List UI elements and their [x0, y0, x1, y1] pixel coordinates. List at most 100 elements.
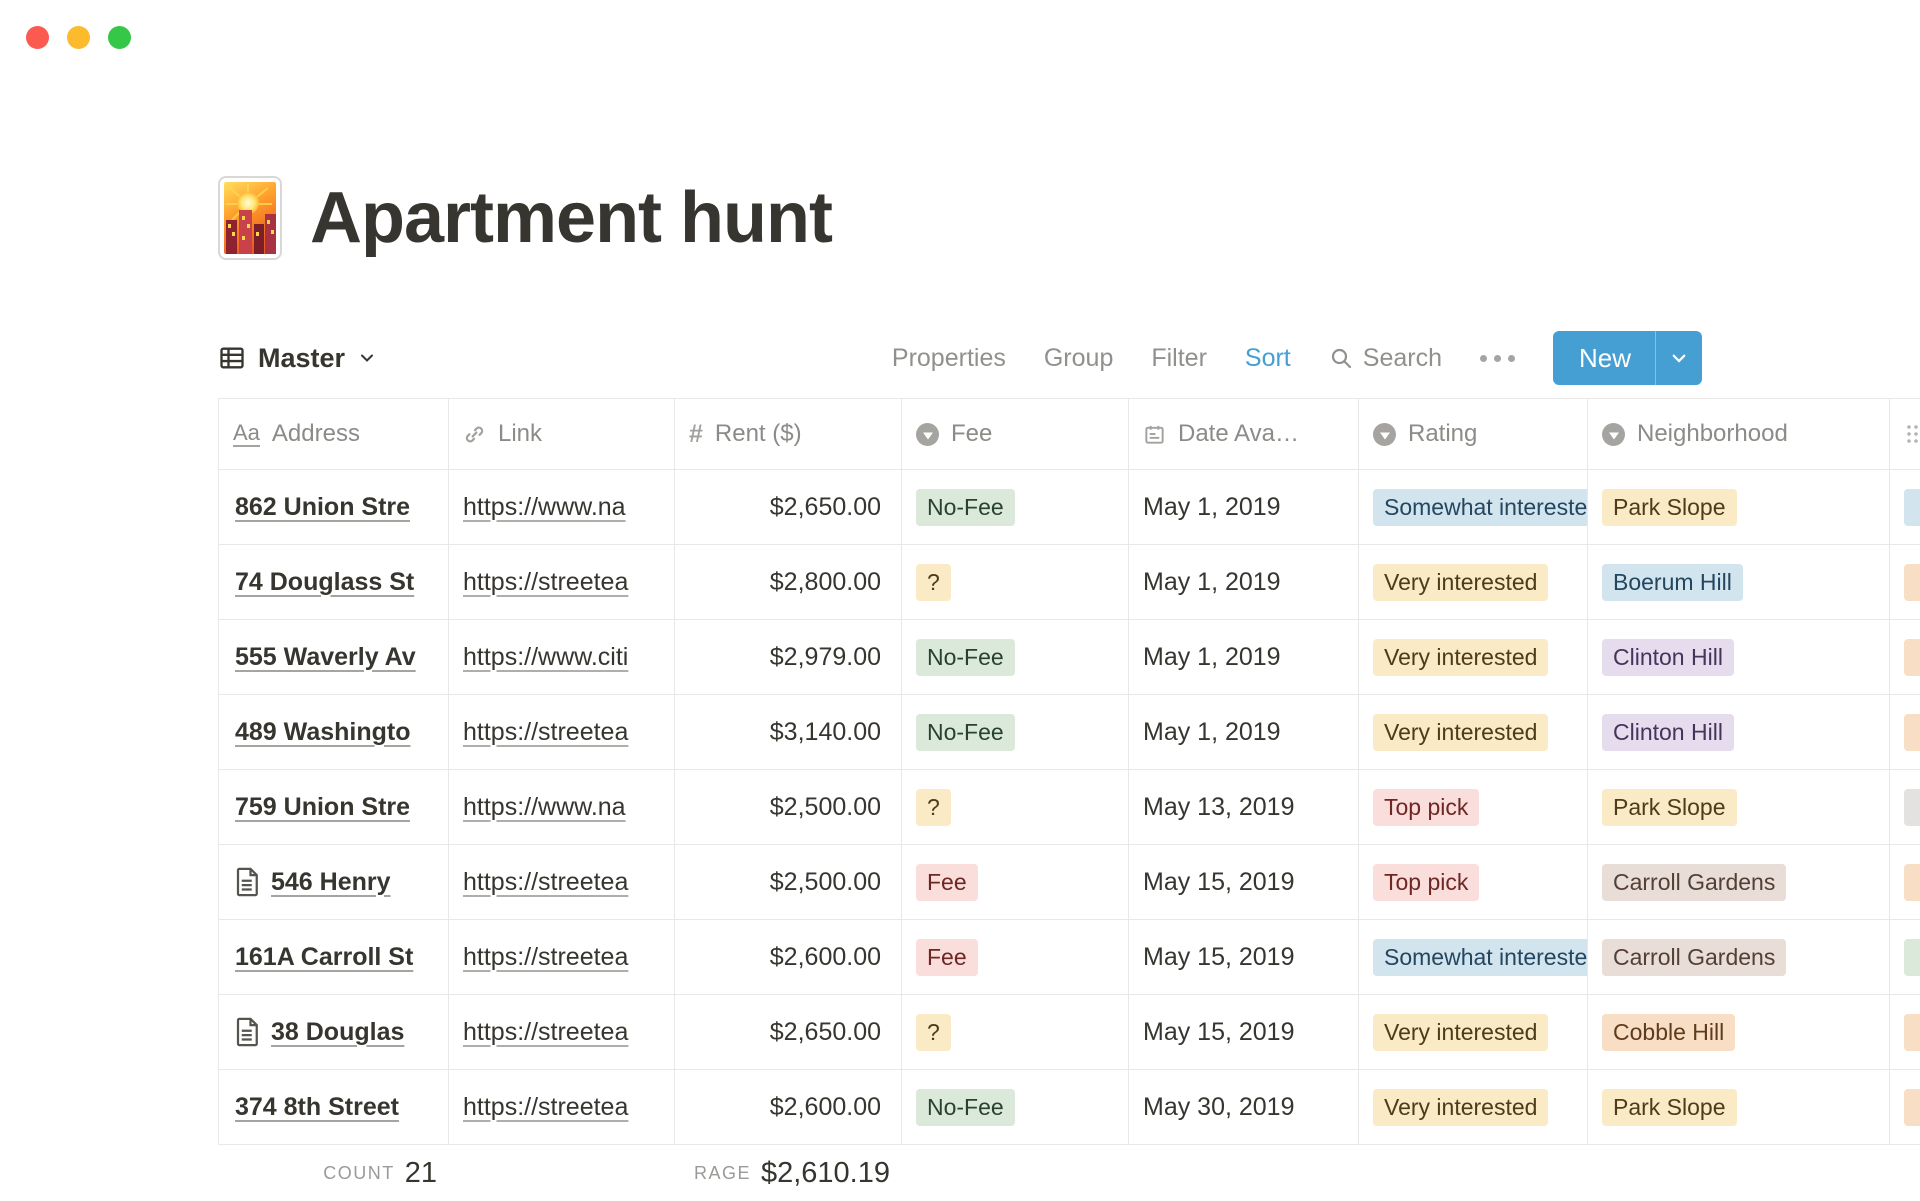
- extra-cell[interactable]: [1890, 770, 1920, 845]
- column-header-fee[interactable]: Fee: [902, 398, 1129, 470]
- column-header-neighborhood[interactable]: Neighborhood: [1588, 398, 1890, 470]
- rent-cell[interactable]: $2,500.00: [675, 770, 902, 845]
- filter-button[interactable]: Filter: [1151, 344, 1207, 373]
- extra-cell[interactable]: [1890, 1070, 1920, 1145]
- date-available-cell[interactable]: May 15, 2019: [1129, 845, 1359, 920]
- address-cell[interactable]: 546 Henry: [218, 845, 449, 920]
- neighborhood-cell[interactable]: Cobble Hill: [1588, 995, 1890, 1070]
- link-cell[interactable]: https://streetea: [449, 995, 675, 1070]
- rent-cell[interactable]: $2,650.00: [675, 995, 902, 1070]
- fee-cell[interactable]: No-Fee: [902, 1070, 1129, 1145]
- rent-cell[interactable]: $2,500.00: [675, 845, 902, 920]
- extra-cell[interactable]: [1890, 470, 1920, 545]
- address-cell[interactable]: 374 8th Street: [218, 1070, 449, 1145]
- column-header-date-available[interactable]: Date Ava…: [1129, 398, 1359, 470]
- rating-cell[interactable]: Very interested: [1359, 995, 1588, 1070]
- view-switcher[interactable]: Master: [218, 343, 377, 374]
- rating-cell[interactable]: Top pick: [1359, 845, 1588, 920]
- address-cell[interactable]: 555 Waverly Av: [218, 620, 449, 695]
- neighborhood-cell[interactable]: Park Slope: [1588, 470, 1890, 545]
- fee-cell[interactable]: No-Fee: [902, 470, 1129, 545]
- address-cell[interactable]: 759 Union Stre: [218, 770, 449, 845]
- extra-cell[interactable]: [1890, 920, 1920, 995]
- link-cell[interactable]: https://streetea: [449, 695, 675, 770]
- address-cell[interactable]: 489 Washingto: [218, 695, 449, 770]
- extra-tag: [1904, 564, 1920, 601]
- link-cell[interactable]: https://www.na: [449, 770, 675, 845]
- column-header-rent[interactable]: # Rent ($): [675, 398, 902, 470]
- fee-cell[interactable]: No-Fee: [902, 620, 1129, 695]
- table-row: 555 Waverly Av https://www.citi $2,979.0…: [218, 620, 1920, 695]
- page-title[interactable]: Apartment hunt: [310, 177, 832, 259]
- extra-cell[interactable]: [1890, 995, 1920, 1070]
- rating-cell[interactable]: Very interested: [1359, 1070, 1588, 1145]
- address-cell[interactable]: 862 Union Stre: [218, 470, 449, 545]
- date-available-cell[interactable]: May 1, 2019: [1129, 470, 1359, 545]
- minimize-window-button[interactable]: [67, 26, 90, 49]
- rating-cell[interactable]: Somewhat interested: [1359, 920, 1588, 995]
- link-cell[interactable]: https://www.citi: [449, 620, 675, 695]
- fee-cell[interactable]: Fee: [902, 845, 1129, 920]
- column-header-extra[interactable]: [1890, 398, 1920, 470]
- sort-button[interactable]: Sort: [1245, 344, 1291, 373]
- link-cell[interactable]: https://streetea: [449, 845, 675, 920]
- fee-cell[interactable]: ?: [902, 770, 1129, 845]
- neighborhood-cell[interactable]: Park Slope: [1588, 1070, 1890, 1145]
- address-cell[interactable]: 38 Douglas: [218, 995, 449, 1070]
- rating-cell[interactable]: Somewhat interested: [1359, 470, 1588, 545]
- close-window-button[interactable]: [26, 26, 49, 49]
- group-button[interactable]: Group: [1044, 344, 1113, 373]
- rent-cell[interactable]: $2,600.00: [675, 1070, 902, 1145]
- more-options-button[interactable]: [1480, 355, 1515, 362]
- column-header-rating[interactable]: Rating: [1359, 398, 1588, 470]
- fee-cell[interactable]: No-Fee: [902, 695, 1129, 770]
- search-button[interactable]: Search: [1329, 344, 1442, 373]
- rent-cell[interactable]: $2,979.00: [675, 620, 902, 695]
- count-aggregate[interactable]: COUNT 21: [218, 1145, 449, 1201]
- link-cell[interactable]: https://streetea: [449, 545, 675, 620]
- column-header-link[interactable]: Link: [449, 398, 675, 470]
- neighborhood-tag: Carroll Gardens: [1602, 864, 1786, 901]
- extra-cell[interactable]: [1890, 695, 1920, 770]
- link-cell[interactable]: https://www.na: [449, 470, 675, 545]
- date-available-cell[interactable]: May 1, 2019: [1129, 695, 1359, 770]
- rent-cell[interactable]: $2,800.00: [675, 545, 902, 620]
- fee-cell[interactable]: Fee: [902, 920, 1129, 995]
- column-header-address[interactable]: Aa Address: [218, 398, 449, 470]
- link-cell[interactable]: https://streetea: [449, 1070, 675, 1145]
- average-aggregate[interactable]: RAGE $2,610.19: [675, 1145, 902, 1201]
- date-available-cell[interactable]: May 1, 2019: [1129, 620, 1359, 695]
- neighborhood-cell[interactable]: Boerum Hill: [1588, 545, 1890, 620]
- neighborhood-cell[interactable]: Carroll Gardens: [1588, 845, 1890, 920]
- properties-button[interactable]: Properties: [892, 344, 1006, 373]
- rent-cell[interactable]: $3,140.00: [675, 695, 902, 770]
- rating-cell[interactable]: Very interested: [1359, 695, 1588, 770]
- neighborhood-cell[interactable]: Carroll Gardens: [1588, 920, 1890, 995]
- neighborhood-cell[interactable]: Clinton Hill: [1588, 620, 1890, 695]
- rent-cell[interactable]: $2,600.00: [675, 920, 902, 995]
- extra-cell[interactable]: [1890, 545, 1920, 620]
- page-emoji-sunset-city-icon[interactable]: [218, 176, 282, 260]
- date-available-cell[interactable]: May 15, 2019: [1129, 920, 1359, 995]
- rent-cell[interactable]: $2,650.00: [675, 470, 902, 545]
- rating-cell[interactable]: Top pick: [1359, 770, 1588, 845]
- extra-cell[interactable]: [1890, 845, 1920, 920]
- zoom-window-button[interactable]: [108, 26, 131, 49]
- new-button-main[interactable]: New: [1553, 331, 1655, 385]
- date-available-cell[interactable]: May 1, 2019: [1129, 545, 1359, 620]
- neighborhood-cell[interactable]: Park Slope: [1588, 770, 1890, 845]
- fee-cell[interactable]: ?: [902, 995, 1129, 1070]
- new-button-dropdown[interactable]: [1655, 331, 1702, 385]
- date-available-cell[interactable]: May 15, 2019: [1129, 995, 1359, 1070]
- date-available-cell[interactable]: May 30, 2019: [1129, 1070, 1359, 1145]
- date-available-cell[interactable]: May 13, 2019: [1129, 770, 1359, 845]
- fee-cell[interactable]: ?: [902, 545, 1129, 620]
- rating-cell[interactable]: Very interested: [1359, 545, 1588, 620]
- extra-cell[interactable]: [1890, 620, 1920, 695]
- link-cell[interactable]: https://streetea: [449, 920, 675, 995]
- address-cell[interactable]: 74 Douglass St: [218, 545, 449, 620]
- address-cell[interactable]: 161A Carroll St: [218, 920, 449, 995]
- rating-cell[interactable]: Very interested: [1359, 620, 1588, 695]
- neighborhood-cell[interactable]: Clinton Hill: [1588, 695, 1890, 770]
- date-available-value: May 15, 2019: [1143, 943, 1295, 972]
